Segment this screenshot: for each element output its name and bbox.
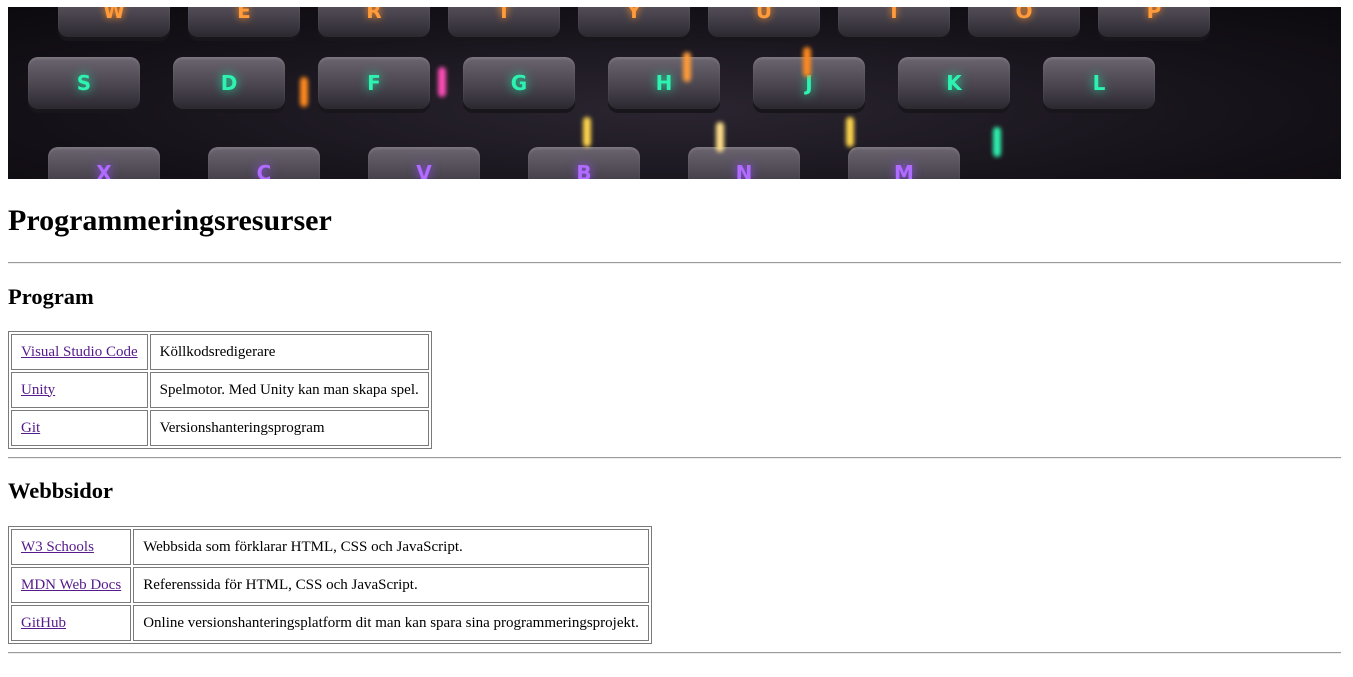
divider: [8, 262, 1341, 264]
section-heading-program: Program: [8, 284, 94, 309]
resource-link[interactable]: MDN Web Docs: [21, 577, 121, 593]
led-glow: [583, 117, 591, 147]
table-row: Git Versionshanteringsprogram: [11, 410, 429, 446]
resource-link[interactable]: W3 Schools: [21, 539, 94, 555]
table-cell-link: MDN Web Docs: [11, 567, 132, 603]
resource-link[interactable]: Unity: [21, 382, 55, 398]
led-glow: [300, 77, 308, 107]
table-cell-description: Köllkodsredigerare: [149, 334, 429, 370]
keycap-v: V: [368, 147, 480, 179]
led-glow: [846, 117, 854, 147]
table-row: GitHub Online versionshanteringsplatform…: [11, 605, 649, 641]
table-cell-description: Referenssida för HTML, CSS och JavaScrip…: [133, 567, 649, 603]
page-title: Programmeringsresurser: [8, 204, 332, 237]
program-table: Visual Studio Code Köllkodsredigerare Un…: [8, 331, 432, 449]
section-heading-webbsidor: Webbsidor: [8, 478, 114, 503]
led-glow: [993, 127, 1001, 157]
keycap-x: X: [48, 147, 160, 179]
table-row: MDN Web Docs Referenssida för HTML, CSS …: [11, 567, 649, 603]
table-row: W3 Schools Webbsida som förklarar HTML, …: [11, 529, 649, 565]
table-cell-link: W3 Schools: [11, 529, 132, 565]
resource-link[interactable]: Visual Studio Code: [21, 344, 138, 360]
table-cell-link: Visual Studio Code: [11, 334, 148, 370]
table-row: Visual Studio Code Köllkodsredigerare: [11, 334, 429, 370]
keycap-b: B: [528, 147, 640, 179]
table-cell-link: GitHub: [11, 605, 132, 641]
divider: [8, 652, 1341, 654]
keyboard-row-bottom: XCVBNM: [8, 7, 1341, 179]
led-glow: [716, 122, 724, 152]
led-glow: [438, 67, 446, 97]
webbsidor-table: W3 Schools Webbsida som förklarar HTML, …: [8, 526, 652, 644]
led-glow: [803, 47, 811, 77]
resource-link[interactable]: GitHub: [21, 615, 66, 631]
led-glow: [683, 52, 691, 82]
table-cell-description: Online versionshanteringsplatform dit ma…: [133, 605, 649, 641]
keycap-m: M: [848, 147, 960, 179]
table-cell-description: Spelmotor. Med Unity kan man skapa spel.: [149, 372, 429, 408]
page: WERTYUIOP SDFGHJKL XCVBNM Programmerings…: [8, 7, 1341, 654]
table-cell-description: Webbsida som förklarar HTML, CSS och Jav…: [133, 529, 649, 565]
table-row: Unity Spelmotor. Med Unity kan man skapa…: [11, 372, 429, 408]
keycap-c: C: [208, 147, 320, 179]
table-cell-description: Versionshanteringsprogram: [149, 410, 429, 446]
keycap-n: N: [688, 147, 800, 179]
table-cell-link: Unity: [11, 372, 148, 408]
keyboard-banner-image: WERTYUIOP SDFGHJKL XCVBNM: [8, 7, 1341, 179]
resource-link[interactable]: Git: [21, 420, 40, 436]
table-cell-link: Git: [11, 410, 148, 446]
divider: [8, 457, 1341, 459]
